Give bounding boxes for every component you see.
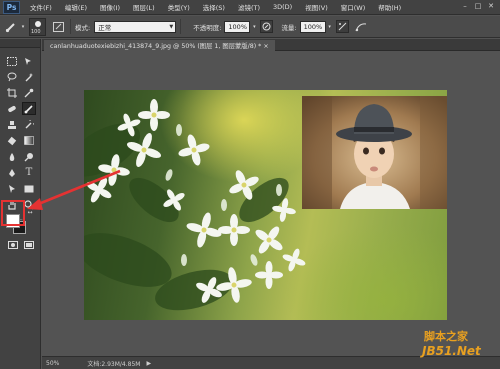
menu-help[interactable]: 帮助(H)	[378, 2, 401, 12]
chevron-down-icon: ▼	[169, 23, 174, 30]
airbrush-icon[interactable]	[335, 20, 349, 33]
menu-window[interactable]: 窗口(W)	[341, 2, 366, 12]
move-tool-icon[interactable]	[22, 55, 36, 68]
menu-view[interactable]: 视图(V)	[305, 2, 328, 12]
dodge-tool-icon[interactable]	[22, 150, 36, 163]
type-tool-icon[interactable]: T	[22, 166, 36, 179]
menu-edit[interactable]: 编辑(E)	[65, 2, 87, 12]
flow-label: 流量:	[281, 23, 297, 32]
separator	[70, 19, 71, 34]
document-tab[interactable]: canlanhuaduotexiebizhi_413874_9.jpg @ 50…	[44, 40, 275, 51]
menu-type[interactable]: 类型(Y)	[168, 2, 190, 12]
menu-image[interactable]: 图像(I)	[100, 2, 120, 12]
status-menu-icon[interactable]: ▶	[146, 360, 151, 367]
gradient-tool-icon[interactable]	[22, 134, 36, 147]
path-selection-tool-icon[interactable]	[5, 182, 19, 195]
site-watermark: 脚本之家 JB51.Net	[418, 328, 500, 369]
menu-file[interactable]: 文件(F)	[30, 2, 52, 12]
document-size: 文档:2.93M/4.85M	[87, 360, 141, 368]
lasso-tool-icon[interactable]	[5, 70, 19, 83]
watermark-brand: 脚本之家	[424, 330, 468, 343]
eraser-tool-icon[interactable]	[5, 134, 19, 147]
healing-brush-tool-icon[interactable]	[5, 102, 19, 115]
photoshop-logo: Ps	[3, 0, 20, 14]
document-tab-bar: canlanhuaduotexiebizhi_413874_9.jpg @ 50…	[42, 39, 500, 51]
options-bar: ▾ 100 模式: 正常 ▼ 不透明度: 100% ▾ 流量: 100% ▾	[0, 16, 500, 38]
flow-value: 100%	[303, 22, 323, 31]
annotation-highlight-box	[1, 200, 25, 226]
menu-select[interactable]: 选择(S)	[203, 2, 225, 12]
blur-tool-icon[interactable]	[5, 150, 19, 163]
boy-portrait-image	[302, 96, 447, 209]
tool-preset-dropdown-icon[interactable]: ▾	[19, 19, 27, 35]
crop-tool-icon[interactable]	[5, 86, 19, 99]
tools-panel-header[interactable]	[0, 39, 40, 48]
flow-dropdown-icon[interactable]: ▾	[326, 19, 334, 35]
clone-stamp-tool-icon[interactable]	[5, 118, 19, 131]
brush-preset-picker[interactable]: 100	[29, 17, 46, 36]
opacity-label: 不透明度:	[193, 23, 222, 32]
window-controls: – □ ✕	[460, 1, 496, 11]
mode-label: 模式:	[75, 23, 91, 32]
eyedropper-tool-icon[interactable]	[22, 86, 36, 99]
quick-mask-icon[interactable]	[6, 238, 20, 251]
swap-colors-icon[interactable]: ↔	[26, 208, 34, 216]
watermark-domain: JB51.Net	[422, 344, 481, 358]
brush-tool-icon[interactable]	[3, 19, 19, 35]
minimize-button[interactable]: –	[460, 1, 470, 11]
flow-field[interactable]: 100%	[299, 20, 326, 33]
brush-panel-toggle-icon[interactable]	[50, 19, 66, 35]
pressure-size-icon[interactable]	[353, 19, 369, 35]
history-brush-tool-icon[interactable]	[22, 118, 36, 131]
close-button[interactable]: ✕	[486, 1, 496, 11]
maximize-button[interactable]: □	[473, 1, 483, 11]
menu-filter[interactable]: 滤镜(T)	[238, 2, 260, 12]
opacity-value: 100%	[228, 22, 247, 31]
menu-bar: Ps 文件(F) 编辑(E) 图像(I) 图层(L) 类型(Y) 选择(S) 滤…	[0, 0, 500, 15]
pressure-opacity-icon[interactable]	[260, 20, 274, 33]
boy-photo-layer	[302, 96, 447, 209]
mode-select[interactable]: 正常 ▼	[94, 20, 177, 33]
magic-wand-tool-icon[interactable]	[22, 70, 36, 83]
brush-size-value: 100	[31, 28, 41, 35]
menu-layer[interactable]: 图层(L)	[133, 2, 155, 12]
menu-3d[interactable]: 3D(D)	[273, 3, 292, 11]
opacity-dropdown-icon[interactable]: ▾	[250, 19, 258, 35]
screen-mode-icon[interactable]	[22, 238, 36, 251]
brush-tool-icon[interactable]	[22, 102, 36, 115]
brush-tip-icon	[35, 20, 41, 27]
pen-tool-icon[interactable]	[5, 166, 19, 179]
marquee-tool-icon[interactable]	[5, 55, 19, 68]
zoom-level[interactable]: 50%	[46, 360, 59, 367]
mode-value: 正常	[98, 23, 112, 32]
image-canvas[interactable]	[84, 90, 447, 320]
opacity-field[interactable]: 100%	[224, 20, 251, 33]
rectangle-tool-icon[interactable]	[22, 182, 36, 195]
separator	[180, 19, 182, 34]
